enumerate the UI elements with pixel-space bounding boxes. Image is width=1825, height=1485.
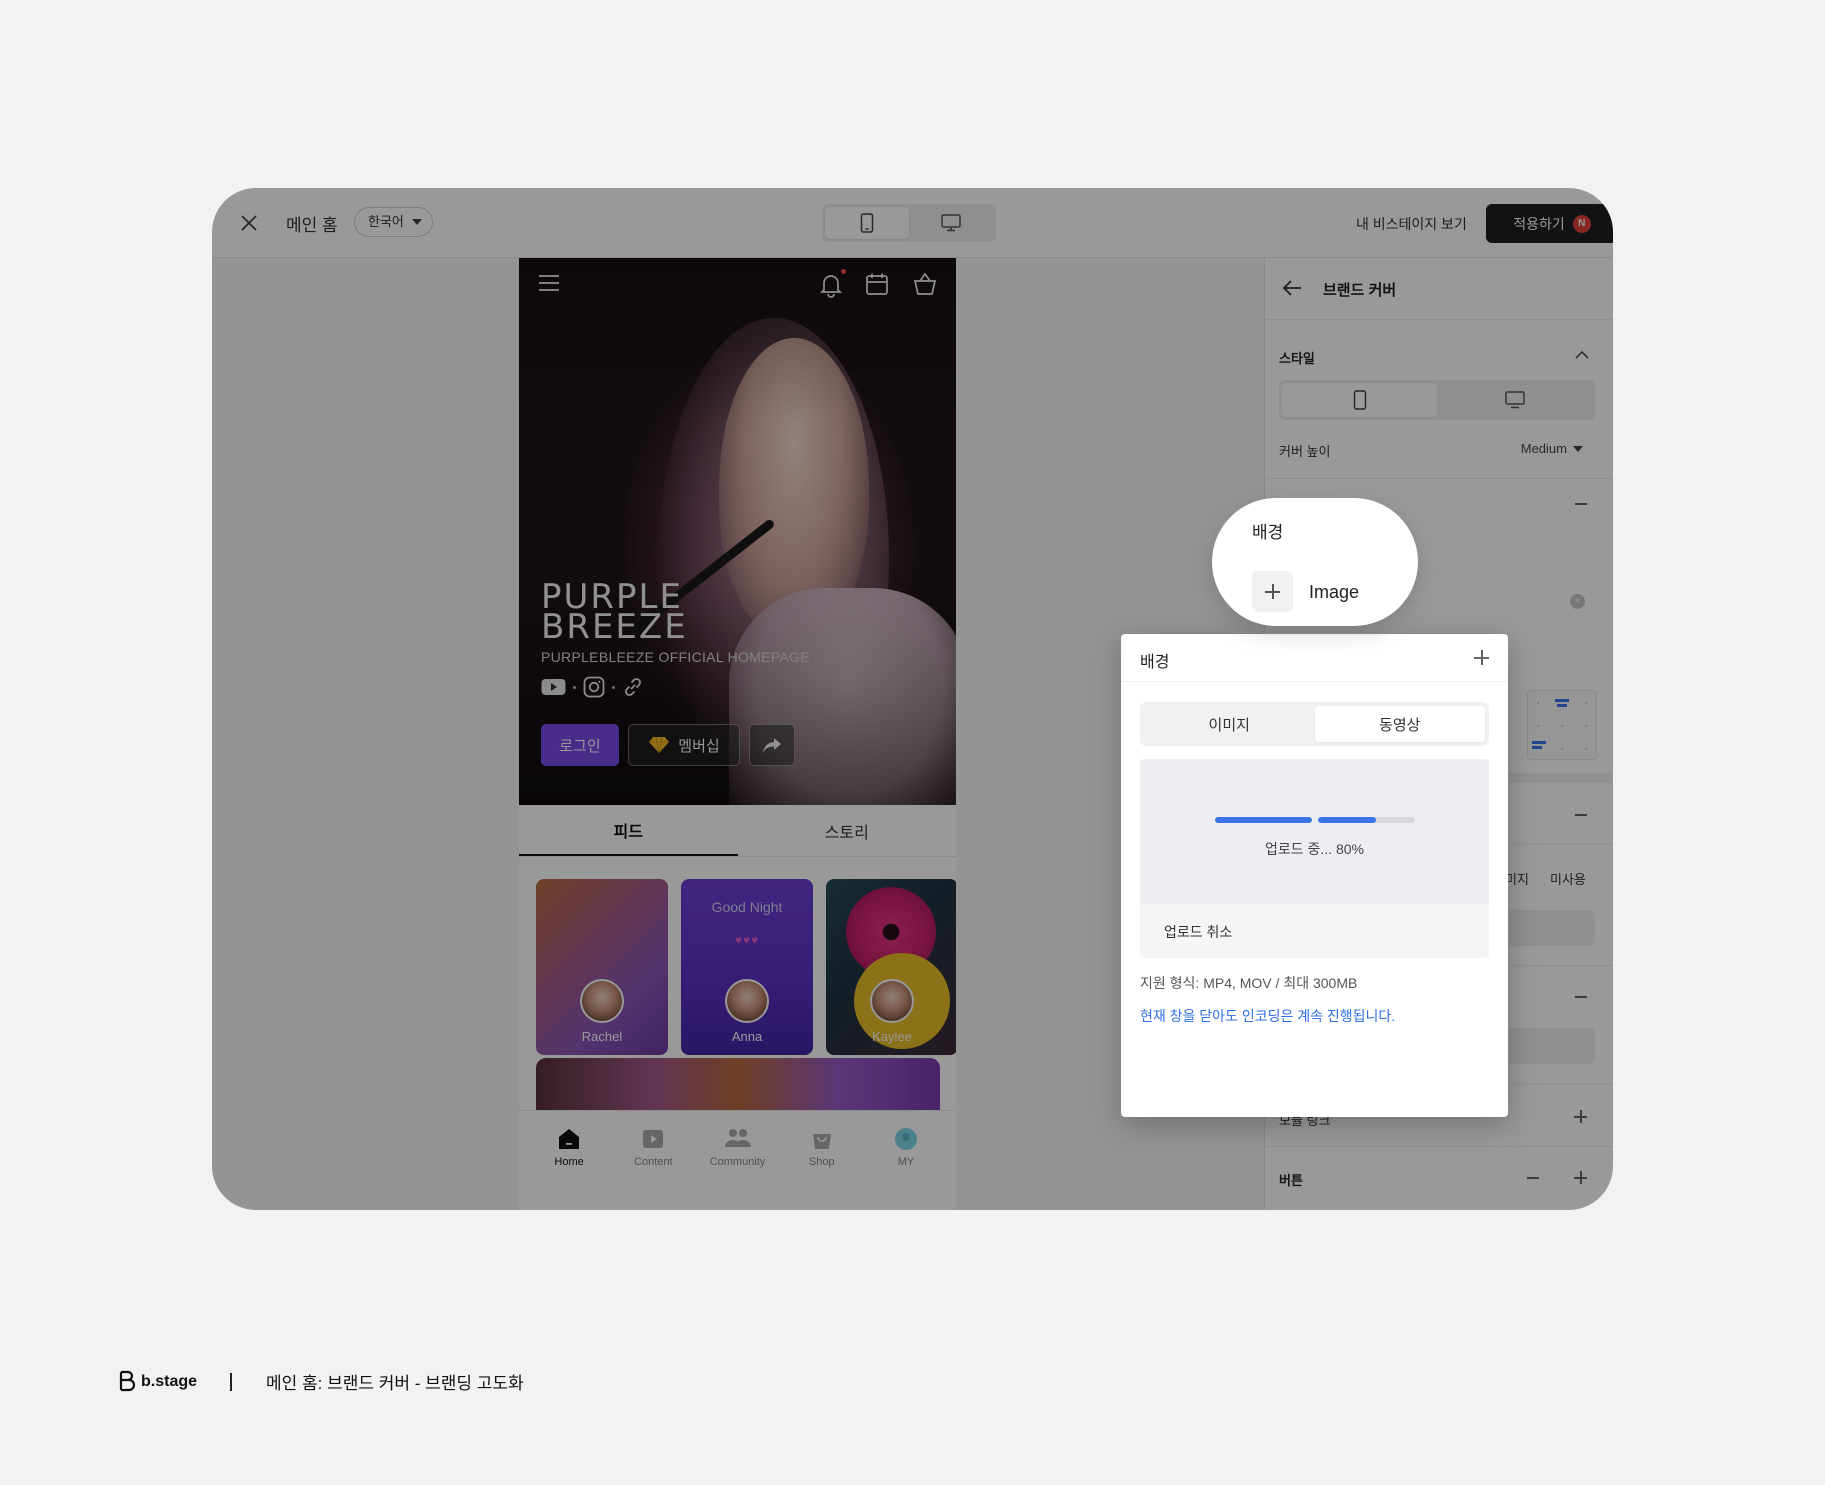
encoding-note: 현재 창을 닫아도 인코딩은 계속 진행됩니다. — [1140, 1008, 1396, 1024]
progress-track — [1215, 817, 1312, 823]
cancel-upload-button[interactable]: 업로드 취소 — [1140, 904, 1489, 958]
callout-label: 배경 — [1252, 523, 1284, 542]
add-icon[interactable] — [1474, 650, 1489, 665]
progress-track — [1318, 817, 1415, 823]
upload-area: 업로드 중... 80% — [1140, 759, 1489, 904]
cancel-upload-label: 업로드 취소 — [1164, 924, 1233, 940]
divider — [1121, 681, 1508, 682]
bstage-logo: b.stage — [118, 1370, 197, 1394]
progress-fill — [1318, 817, 1377, 823]
popup-title: 배경 — [1140, 654, 1170, 671]
media-type-tabs: 이미지 동영상 — [1140, 702, 1489, 746]
logo-text: b.stage — [141, 1372, 198, 1390]
bstage-logo-icon — [119, 1370, 136, 1391]
footer-caption: 메인 홈: 브랜드 커버 - 브랜딩 고도화 — [266, 1374, 524, 1393]
background-media-popup: 배경 이미지 동영상 업로드 중... 80% 업로드 취소 지원 형식: MP… — [1121, 634, 1508, 1117]
separator — [230, 1372, 233, 1391]
add-image-button[interactable] — [1252, 571, 1293, 612]
upload-progress-bar — [1215, 817, 1415, 823]
tab-image[interactable]: 이미지 — [1144, 706, 1315, 742]
zoom-callout: 배경 Image — [1212, 498, 1418, 626]
progress-fill — [1215, 817, 1312, 823]
format-note: 지원 형식: MP4, MOV / 최대 300MB — [1140, 975, 1358, 991]
callout-image-text: Image — [1309, 582, 1360, 602]
tab-video[interactable]: 동영상 — [1314, 706, 1485, 742]
upload-status: 업로드 중... 80% — [1265, 841, 1364, 857]
footer: b.stage 메인 홈: 브랜드 커버 - 브랜딩 고도화 — [118, 1369, 524, 1394]
